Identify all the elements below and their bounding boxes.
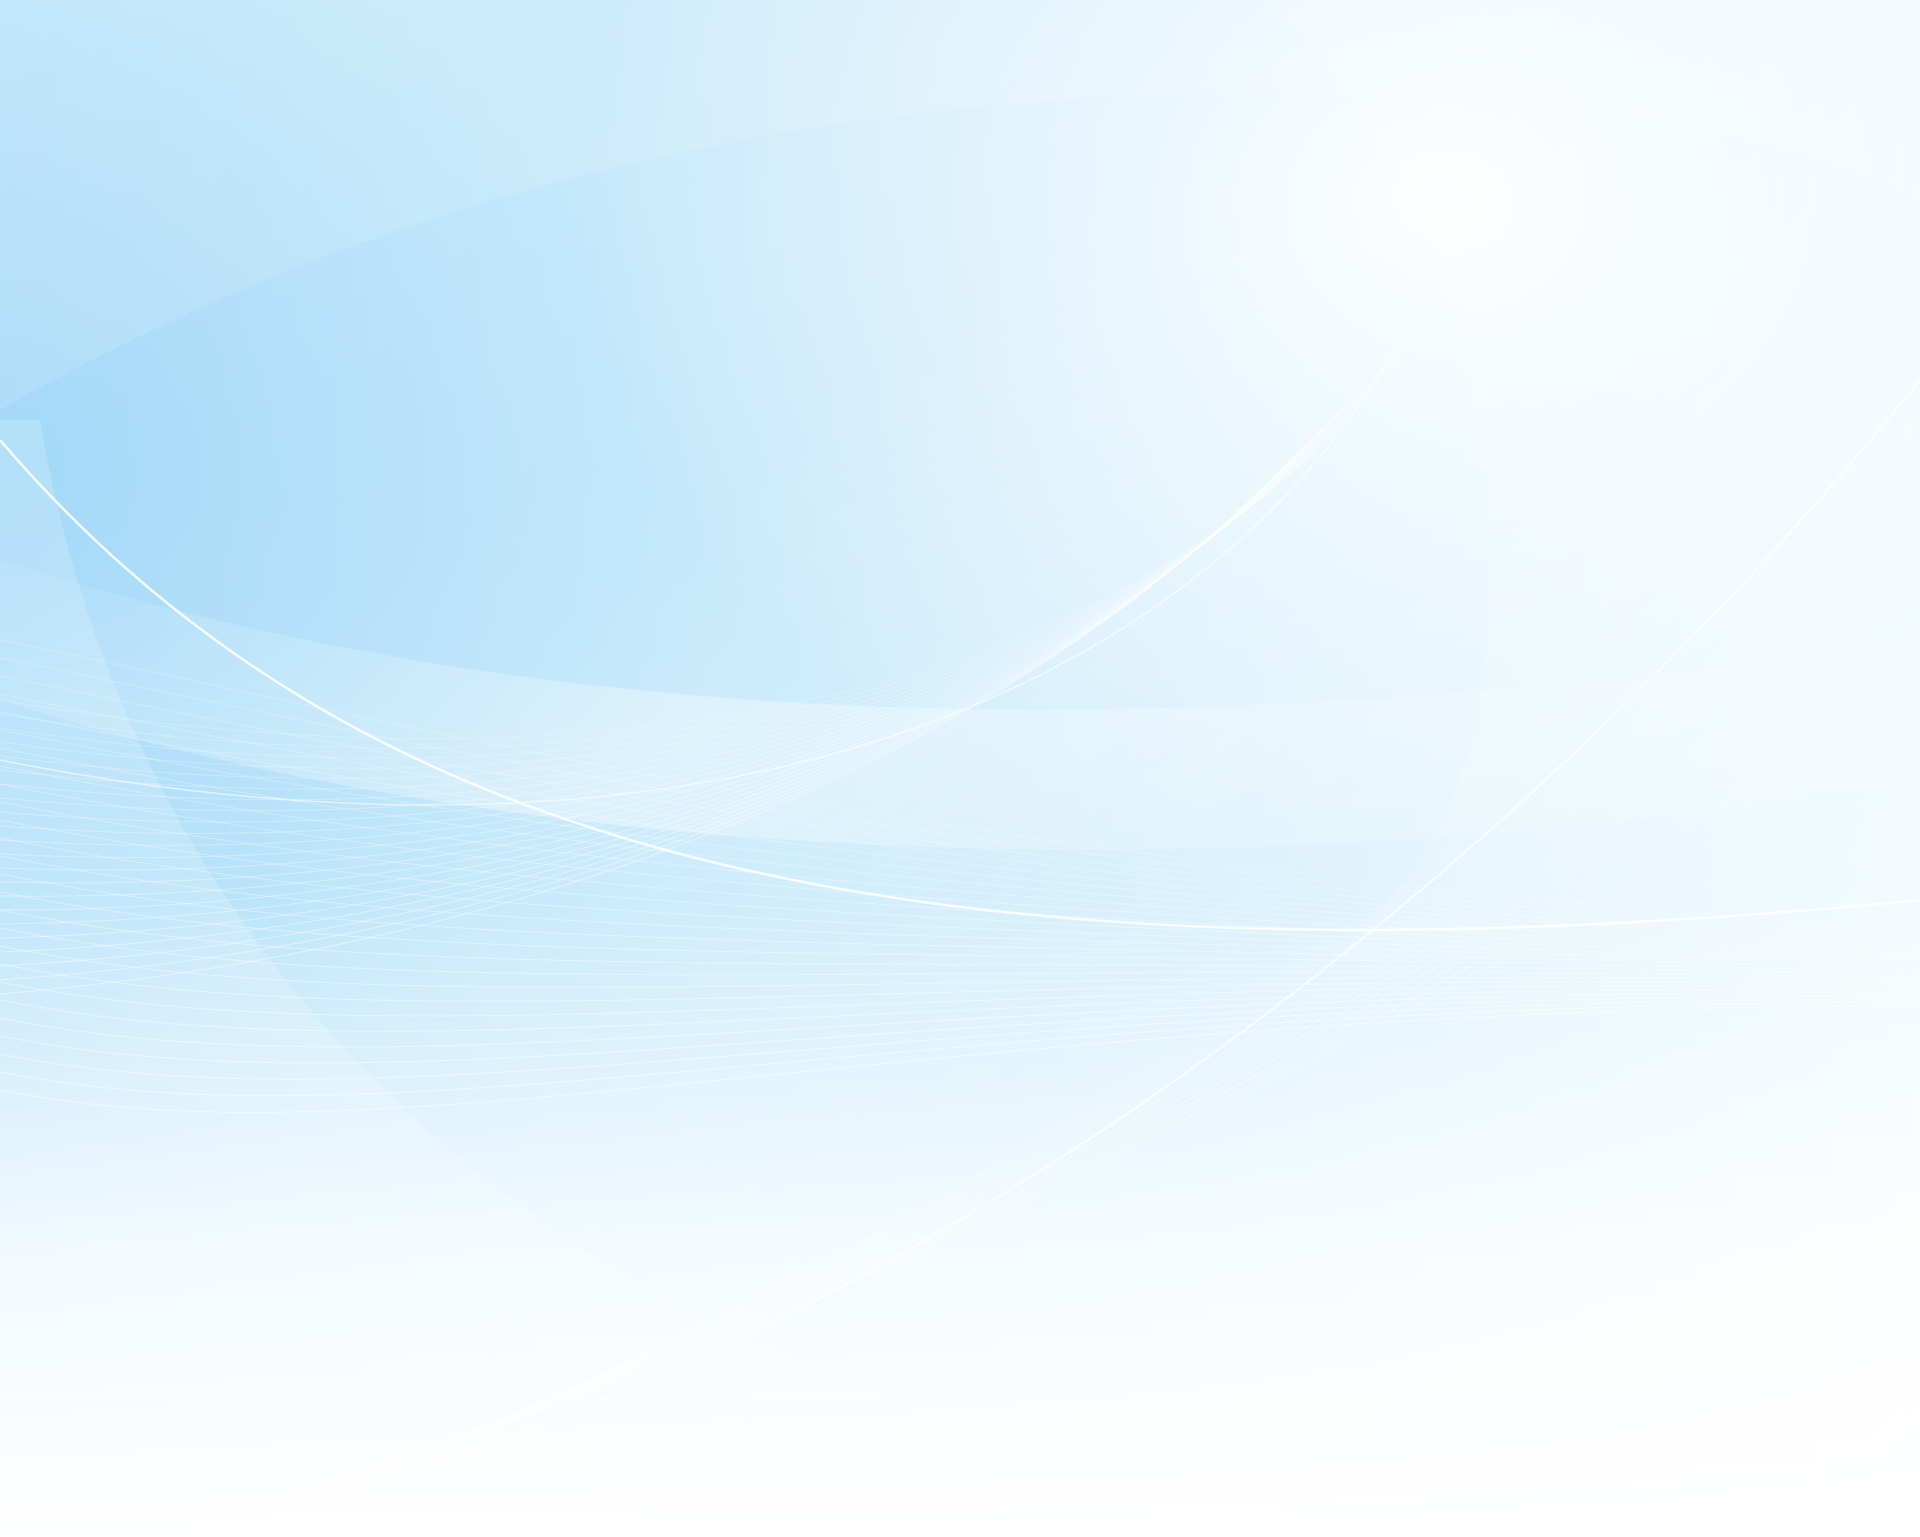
abstract-blue-wave-background <box>0 0 1920 1537</box>
bottom-white-fade <box>0 900 1920 1537</box>
wave-artwork <box>0 0 1920 1537</box>
